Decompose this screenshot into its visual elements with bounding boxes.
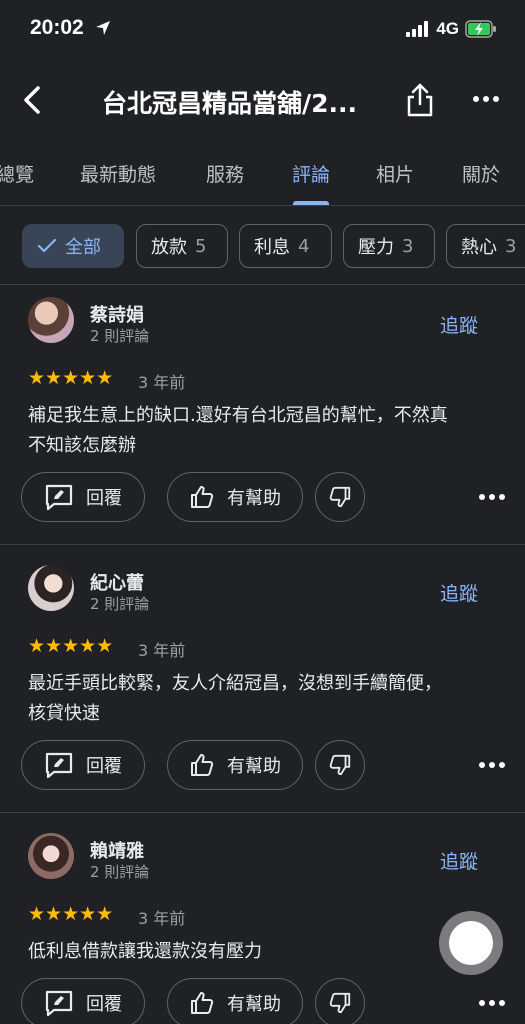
helpful-button[interactable]: 有幫助: [167, 472, 303, 522]
review-text: 低利息借款讓我還款沒有壓力: [28, 937, 508, 967]
not-helpful-button[interactable]: [315, 740, 365, 790]
status-time: 20:02: [30, 16, 84, 39]
reviewer-review-count: 2 則評論: [90, 327, 150, 345]
status-bar: 20:02 4G: [0, 0, 525, 56]
filter-chip-count: 3: [505, 235, 517, 257]
helpful-button[interactable]: 有幫助: [167, 978, 303, 1024]
tab-services[interactable]: 服務: [206, 160, 244, 187]
active-tab-indicator: [293, 201, 329, 205]
star-rating: ★★★★★: [28, 635, 114, 657]
star-rating: ★★★★★: [28, 903, 114, 925]
avatar[interactable]: [28, 833, 74, 879]
tab-photos[interactable]: 相片: [376, 160, 414, 187]
battery-charging-icon: [465, 20, 496, 38]
filter-chips: 全部 放款 5 利息 4 壓力 3 熱心 3: [0, 222, 525, 270]
assistive-touch-inner: [449, 921, 493, 965]
review-time: 3 年前: [138, 909, 186, 928]
filter-chip-enthusiastic[interactable]: 熱心 3: [446, 224, 525, 268]
review-text-line: 低利息借款讓我還款沒有壓力: [28, 941, 262, 962]
review-more-icon[interactable]: [478, 492, 506, 502]
network-label: 4G: [436, 19, 459, 38]
helpful-button[interactable]: 有幫助: [167, 740, 303, 790]
filter-chip-label: 放款: [151, 237, 187, 258]
back-arrow-icon[interactable]: [18, 82, 48, 118]
tab-about[interactable]: 關於: [462, 160, 500, 187]
review-text-line: 最近手頭比較緊，友人介紹冠昌，沒想到手續簡便，: [28, 673, 442, 694]
helpful-label: 有幫助: [227, 488, 281, 509]
filter-chip-label: 壓力: [358, 237, 394, 258]
divider: [0, 544, 525, 545]
tab-updates[interactable]: 最新動態: [80, 160, 156, 187]
reply-icon: [45, 752, 73, 779]
filter-chip-label: 利息: [254, 237, 290, 258]
follow-button[interactable]: 追蹤: [440, 847, 478, 874]
thumbs-up-icon: [191, 754, 214, 776]
review-item: 蔡詩娟 2 則評論 追蹤 ★★★★★ 3 年前 補足我生意上的缺口.還好有台北冠…: [0, 285, 525, 543]
helpful-label: 有幫助: [227, 756, 281, 777]
more-options-icon[interactable]: [470, 84, 502, 114]
review-more-icon[interactable]: [478, 760, 506, 770]
thumbs-down-icon: [329, 486, 351, 508]
not-helpful-button[interactable]: [315, 472, 365, 522]
review-time: 3 年前: [138, 373, 186, 392]
share-icon[interactable]: [404, 82, 436, 118]
review-time: 3 年前: [138, 641, 186, 660]
review-text: 補足我生意上的缺口.還好有台北冠昌的幫忙，不然真 不知該怎麼辦: [28, 401, 508, 461]
reply-button[interactable]: 回覆: [21, 472, 145, 522]
reply-icon: [45, 484, 73, 511]
review-text-line: 不知該怎麼辦: [28, 435, 136, 456]
thumbs-down-icon: [329, 754, 351, 776]
review-more-icon[interactable]: [478, 998, 506, 1008]
reply-label: 回覆: [86, 994, 122, 1015]
thumbs-down-icon: [329, 992, 351, 1014]
filter-chip-loan[interactable]: 放款 5: [136, 224, 228, 268]
filter-chip-count: 5: [195, 235, 207, 257]
page-title: 台北冠昌精品當舖/2...: [102, 89, 358, 118]
thumbs-up-icon: [191, 486, 214, 508]
tab-reviews[interactable]: 評論: [292, 160, 330, 187]
app-header: 台北冠昌精品當舖/2...: [0, 70, 525, 130]
reviewer-review-count: 2 則評論: [90, 863, 150, 881]
filter-chip-label: 熱心: [461, 237, 497, 258]
filter-chip-interest[interactable]: 利息 4: [239, 224, 332, 268]
filter-chip-count: 4: [298, 235, 310, 257]
not-helpful-button[interactable]: [315, 978, 365, 1024]
reply-button[interactable]: 回覆: [21, 740, 145, 790]
reviewer-name[interactable]: 賴靖雅: [90, 837, 144, 863]
reply-label: 回覆: [86, 488, 122, 509]
review-item: 紀心蕾 2 則評論 追蹤 ★★★★★ 3 年前 最近手頭比較緊，友人介紹冠昌，沒…: [0, 553, 525, 811]
filter-chip-pressure[interactable]: 壓力 3: [343, 224, 435, 268]
reviewer-name[interactable]: 紀心蕾: [90, 569, 144, 595]
follow-button[interactable]: 追蹤: [440, 311, 478, 338]
reviewer-review-count: 2 則評論: [90, 595, 150, 613]
signal-icon: [406, 21, 429, 37]
location-arrow-icon: [96, 21, 110, 35]
thumbs-up-icon: [191, 992, 214, 1014]
filter-chip-label: 全部: [65, 237, 101, 258]
reply-icon: [45, 990, 73, 1017]
reply-button[interactable]: 回覆: [21, 978, 145, 1024]
avatar[interactable]: [28, 297, 74, 343]
tab-overview[interactable]: 總覽: [0, 160, 34, 187]
tab-bar: 總覽 最新動態 服務 評論 相片 關於: [0, 150, 525, 206]
helpful-label: 有幫助: [227, 994, 281, 1015]
assistive-touch-button[interactable]: [439, 911, 503, 975]
divider: [0, 812, 525, 813]
review-text: 最近手頭比較緊，友人介紹冠昌，沒想到手續簡便， 核貸快速: [28, 669, 508, 729]
filter-chip-all[interactable]: 全部: [22, 224, 124, 268]
follow-button[interactable]: 追蹤: [440, 579, 478, 606]
star-rating: ★★★★★: [28, 367, 114, 389]
review-text-line: 補足我生意上的缺口.還好有台北冠昌的幫忙，不然真: [28, 405, 448, 426]
check-icon: [37, 238, 57, 253]
filter-chip-count: 3: [402, 235, 414, 257]
reviewer-name[interactable]: 蔡詩娟: [90, 301, 144, 327]
reply-label: 回覆: [86, 756, 122, 777]
review-text-line: 核貸快速: [28, 703, 100, 724]
avatar[interactable]: [28, 565, 74, 611]
